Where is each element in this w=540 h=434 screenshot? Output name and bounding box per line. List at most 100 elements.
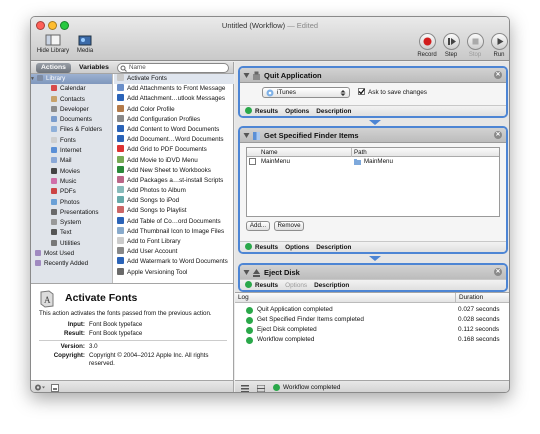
stop-button[interactable]: Stop xyxy=(463,33,487,58)
category-item[interactable]: Fonts xyxy=(31,136,112,146)
add-button[interactable]: Add... xyxy=(246,221,270,231)
collapse-triangle-icon[interactable] xyxy=(243,132,250,139)
results-tab[interactable]: Results xyxy=(255,108,278,115)
checkmark-icon xyxy=(358,88,365,95)
category-item[interactable]: PDFs xyxy=(31,187,112,197)
list-view-icon[interactable] xyxy=(241,384,249,392)
close-action-icon[interactable]: ✕ xyxy=(494,71,502,79)
options-tab[interactable]: Options xyxy=(285,244,309,251)
category-item[interactable]: Internet xyxy=(31,146,112,156)
action-item[interactable]: Apple Versioning Tool xyxy=(114,267,234,278)
category-item[interactable]: Presentations xyxy=(31,208,112,218)
close-action-icon[interactable]: ✕ xyxy=(494,131,502,139)
remove-button[interactable]: Remove xyxy=(274,221,304,231)
hide-library-button[interactable]: Hide Library xyxy=(35,34,71,54)
get-finder-items-card[interactable]: Get Specified Finder Items ✕ Name Path M… xyxy=(238,126,508,254)
search-placeholder: Name xyxy=(129,64,146,71)
options-tab[interactable]: Options xyxy=(285,108,309,115)
description-tab[interactable]: Description xyxy=(316,108,351,115)
action-item[interactable]: Add Content to Word Documents xyxy=(114,124,234,135)
category-item[interactable]: Photos xyxy=(31,198,112,208)
category-label: Fonts xyxy=(60,136,76,144)
action-item[interactable]: Add Photos to Album xyxy=(114,186,234,196)
log-row[interactable]: Workflow completed 0.168 seconds xyxy=(235,335,509,345)
action-item[interactable]: Add Songs to Playlist xyxy=(114,206,234,216)
record-button[interactable]: Record xyxy=(415,33,439,58)
log-row[interactable]: Eject Disk completed 0.112 seconds xyxy=(235,325,509,335)
action-item[interactable]: Add Configuration Profiles xyxy=(114,114,234,125)
action-item[interactable]: Add Table of Co…ord Documents xyxy=(114,216,234,227)
log-row[interactable]: Get Specified Finder Items completed 0.02… xyxy=(235,315,509,325)
action-item[interactable]: Add Packages a…st-install Scripts xyxy=(114,175,234,186)
close-action-icon[interactable]: ✕ xyxy=(494,268,502,276)
search-input[interactable]: Name xyxy=(117,63,229,73)
finder-items-table[interactable]: Name Path MainMenu MainMenu xyxy=(246,147,500,217)
log-text: Workflow completed xyxy=(257,336,315,343)
action-item[interactable]: Add Document…Word Documents xyxy=(114,135,234,145)
category-item[interactable]: Movies xyxy=(31,167,112,177)
disclosure-triangle-icon[interactable]: ▼ xyxy=(31,74,35,84)
run-button[interactable]: Run xyxy=(487,33,509,58)
action-item[interactable]: Add Attachments to Front Message xyxy=(114,84,234,94)
results-tab[interactable]: Results xyxy=(255,282,278,289)
column-header-path[interactable]: Path xyxy=(351,148,367,157)
category-icon xyxy=(51,136,57,143)
category-item[interactable]: System xyxy=(31,218,112,228)
category-item[interactable]: Mail xyxy=(31,156,112,166)
column-header-duration[interactable]: Duration xyxy=(455,293,483,303)
category-item[interactable]: Recently Added xyxy=(31,259,112,269)
category-item[interactable]: Files & Folders xyxy=(31,125,112,135)
action-item[interactable]: Add Attachment…utlook Messages xyxy=(114,94,234,104)
copyright-value: Copyright © 2004–2012 Apple Inc. All rig… xyxy=(89,351,209,368)
category-item[interactable]: Music xyxy=(31,177,112,187)
action-item[interactable]: Add Grid to PDF Documents xyxy=(114,145,234,155)
category-icon xyxy=(35,250,41,257)
connector-arrow-1 xyxy=(369,120,381,125)
column-view-icon[interactable] xyxy=(257,384,265,392)
category-item[interactable]: Calendar xyxy=(31,84,112,94)
row-checkbox[interactable] xyxy=(249,158,256,165)
action-item[interactable]: Add New Sheet to Workbooks xyxy=(114,165,234,176)
action-item[interactable]: Activate Fonts xyxy=(114,74,234,85)
column-header-name[interactable]: Name xyxy=(261,148,278,157)
category-item[interactable]: Text xyxy=(31,228,112,238)
description-fields: Input: Font Book typeface Result: Font Boo… xyxy=(39,321,227,369)
action-item[interactable]: Add Thumbnail Icon to Image Files xyxy=(114,226,234,237)
action-item[interactable]: Add Watermark to Word Documents xyxy=(114,257,234,267)
action-item[interactable]: Add Songs to iPod xyxy=(114,196,234,206)
action-item[interactable]: Add User Account xyxy=(114,247,234,257)
category-item[interactable]: Most Used xyxy=(31,249,112,259)
column-header-log[interactable]: Log xyxy=(238,293,249,303)
action-label: Add Attachment…utlook Messages xyxy=(127,95,226,103)
app-select[interactable]: iTunes xyxy=(262,87,350,98)
category-item[interactable]: ▼ Library xyxy=(31,74,112,85)
description-tab[interactable]: Description xyxy=(314,282,349,289)
action-item[interactable]: Add Color Profile xyxy=(114,104,234,115)
action-item[interactable]: Add Movie to iDVD Menu xyxy=(114,155,234,166)
ask-to-save-checkbox[interactable]: Ask to save changes xyxy=(358,88,427,97)
eject-disk-card[interactable]: Eject Disk ✕ Results Options Description xyxy=(238,263,508,292)
tab-variables[interactable]: Variables xyxy=(74,63,114,73)
gear-icon[interactable] xyxy=(34,383,46,392)
results-tab[interactable]: Results xyxy=(255,244,278,251)
action-item[interactable]: Add to Font Library xyxy=(114,237,234,247)
media-button[interactable]: Media xyxy=(73,34,97,54)
table-row[interactable]: MainMenu MainMenu xyxy=(247,157,499,166)
description-toggle-icon[interactable] xyxy=(51,383,59,392)
collapse-triangle-icon[interactable] xyxy=(243,269,250,276)
category-label: Photos xyxy=(60,198,80,206)
collapse-triangle-icon[interactable] xyxy=(243,72,250,79)
category-item[interactable]: Developer xyxy=(31,105,112,115)
step-button[interactable]: Step xyxy=(439,33,463,58)
quit-application-card[interactable]: Quit Application ✕ iTunes Ask to save ch… xyxy=(238,66,508,118)
category-label: Most Used xyxy=(44,250,75,258)
action-icon xyxy=(117,165,124,173)
category-item[interactable]: Contacts xyxy=(31,95,112,105)
category-item[interactable]: Documents xyxy=(31,115,112,125)
description-tab[interactable]: Description xyxy=(316,244,351,251)
category-item[interactable]: Utilities xyxy=(31,239,112,249)
log-row[interactable]: Quit Application completed 0.027 seconds xyxy=(235,305,509,315)
tab-actions[interactable]: Actions xyxy=(36,63,71,73)
options-tab[interactable]: Options xyxy=(285,282,307,289)
action-icon xyxy=(117,155,124,163)
